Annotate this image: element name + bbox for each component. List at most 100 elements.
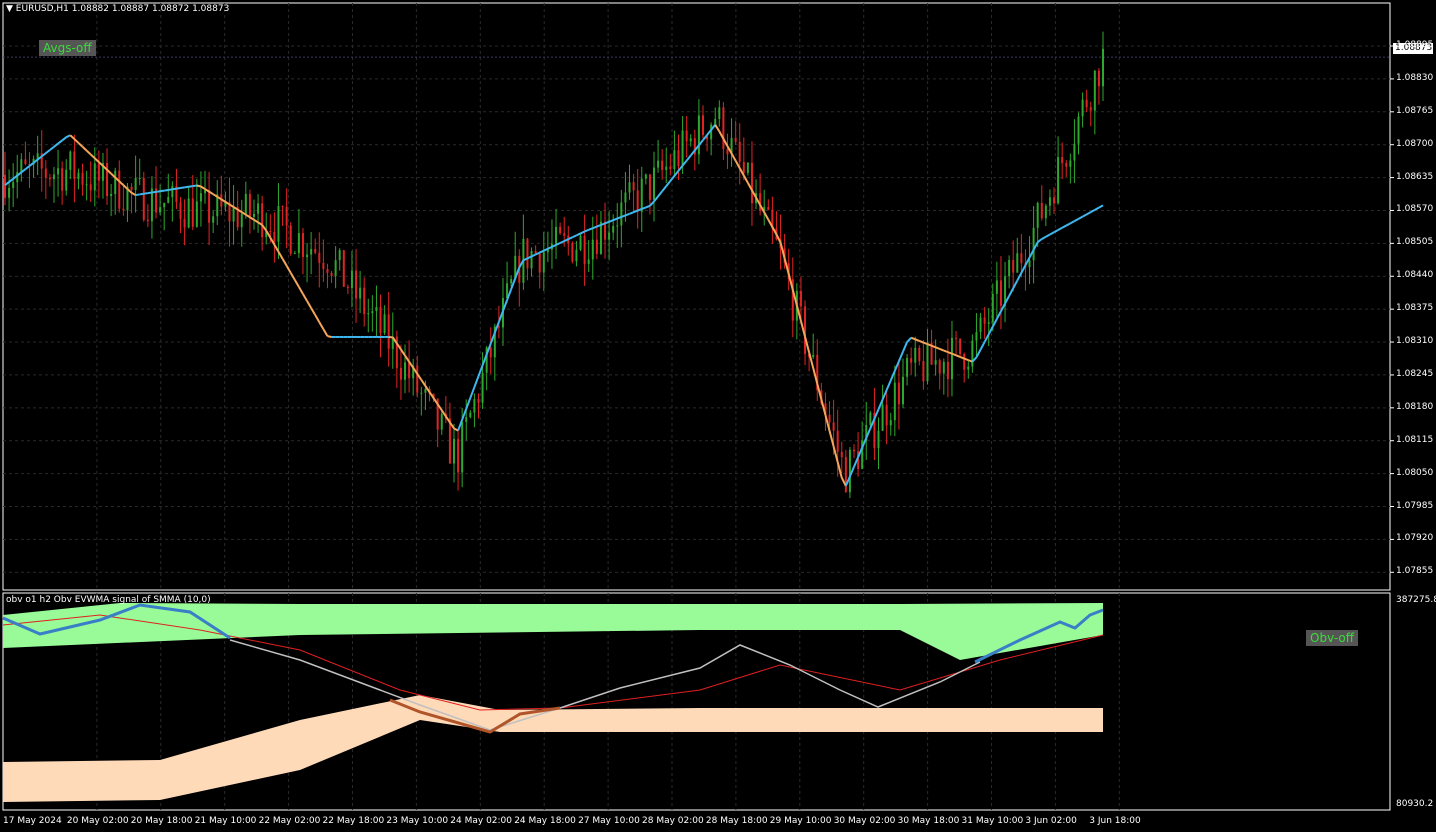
candle-body xyxy=(97,163,100,181)
candle-body xyxy=(1028,260,1031,268)
candle-body xyxy=(187,198,190,228)
candle-body xyxy=(371,311,374,314)
moving-average-segment xyxy=(61,136,67,142)
moving-average-segment xyxy=(625,212,630,217)
moving-average-segment xyxy=(1073,217,1079,222)
moving-average-segment xyxy=(122,184,129,190)
moving-average-segment xyxy=(673,170,680,177)
main-chart-frame xyxy=(2,2,1391,591)
candle-body xyxy=(844,457,847,493)
candle-body xyxy=(1093,70,1096,111)
indicator-min-label: 80930.2 xyxy=(1396,799,1434,809)
moving-average-segment xyxy=(714,124,721,132)
moving-average-segment xyxy=(1098,204,1104,209)
candle-body xyxy=(481,372,484,403)
candle-body xyxy=(934,360,937,365)
candle-body xyxy=(363,287,366,315)
candle-body xyxy=(244,193,247,214)
moving-average-segment xyxy=(277,251,284,260)
time-label: 24 May 18:00 xyxy=(514,816,576,826)
moving-average-segment xyxy=(69,134,76,140)
candle-body xyxy=(248,193,251,217)
candle-body xyxy=(183,218,186,228)
candle-body xyxy=(893,382,896,421)
moving-average-segment xyxy=(730,152,737,162)
moving-average-segment xyxy=(584,228,590,233)
moving-average-segment xyxy=(910,336,916,341)
candle-body xyxy=(416,365,419,393)
moving-average-segment xyxy=(77,142,84,148)
candle-body xyxy=(1048,197,1051,206)
moving-average-segment xyxy=(159,189,165,193)
candle-body xyxy=(269,230,272,232)
price-label: 1.07920 xyxy=(1396,533,1434,544)
moving-average-segment xyxy=(49,146,55,151)
price-label: 1.08310 xyxy=(1396,336,1434,347)
candle-body xyxy=(673,150,676,170)
candle-body xyxy=(146,219,149,222)
candle-body xyxy=(583,235,586,264)
price-label: 1.08375 xyxy=(1396,303,1434,314)
candle-body xyxy=(208,190,211,223)
price-label: 1.07985 xyxy=(1396,500,1434,511)
candle-body xyxy=(999,280,1002,306)
obv-toggle-button[interactable]: Obv-off xyxy=(1306,630,1359,646)
candle-body xyxy=(942,361,945,374)
candle-body xyxy=(469,412,472,418)
avgs-toggle-button[interactable]: Avgs-off xyxy=(39,40,96,56)
candle-body xyxy=(742,161,745,173)
price-label: 1.07855 xyxy=(1396,566,1434,577)
moving-average-segment xyxy=(293,279,300,288)
candle-body xyxy=(85,184,88,186)
price-label: 1.08115 xyxy=(1396,434,1434,445)
candle-body xyxy=(1069,160,1072,167)
candle-body xyxy=(375,306,378,312)
candle-body xyxy=(1012,260,1015,273)
moving-average-segment xyxy=(1045,233,1051,238)
candle-body xyxy=(869,412,872,425)
moving-average-segment xyxy=(151,190,157,194)
candle-body xyxy=(726,148,729,155)
candle-body xyxy=(110,193,113,196)
candle-body xyxy=(685,130,688,142)
candle-body xyxy=(232,207,235,222)
candle-body xyxy=(967,366,970,370)
candle-body xyxy=(661,160,664,170)
candle-body xyxy=(901,376,904,405)
moving-average-segment xyxy=(935,346,941,350)
candle-body xyxy=(338,250,341,261)
moving-average-segment xyxy=(629,211,634,215)
moving-average-segment xyxy=(661,185,668,192)
time-label: 24 May 02:00 xyxy=(450,816,513,826)
time-label: 20 May 02:00 xyxy=(66,816,129,826)
candle-body xyxy=(963,354,966,370)
moving-average-segment xyxy=(955,354,961,358)
dropdown-arrow-icon[interactable]: ▼ xyxy=(6,4,13,14)
moving-average-segment xyxy=(322,328,329,337)
moving-average-segment xyxy=(45,149,51,154)
moving-average-segment xyxy=(649,200,655,207)
candle-body xyxy=(171,186,174,198)
candle-body xyxy=(301,233,304,258)
moving-average-segment xyxy=(469,386,476,399)
lower-band xyxy=(3,695,1103,802)
candle-body xyxy=(12,182,15,188)
moving-average-segment xyxy=(273,244,280,253)
symbol-timeframe: EURUSD,H1 xyxy=(15,4,69,14)
moving-average-segment xyxy=(65,134,71,139)
candle-body xyxy=(734,138,737,142)
moving-average-segment xyxy=(588,227,594,231)
moving-average-segment xyxy=(677,165,684,172)
candle-body xyxy=(24,159,27,164)
candle-body xyxy=(350,270,353,289)
moving-average-segment xyxy=(143,192,149,195)
candle-body xyxy=(473,399,476,413)
candle-body xyxy=(922,361,925,382)
candle-body xyxy=(530,250,533,269)
time-label: 20 May 18:00 xyxy=(130,816,193,826)
moving-average-segment xyxy=(979,341,986,351)
candle-body xyxy=(616,225,619,227)
candle-body xyxy=(555,226,558,244)
candle-body xyxy=(461,421,464,473)
candle-body xyxy=(971,340,974,367)
